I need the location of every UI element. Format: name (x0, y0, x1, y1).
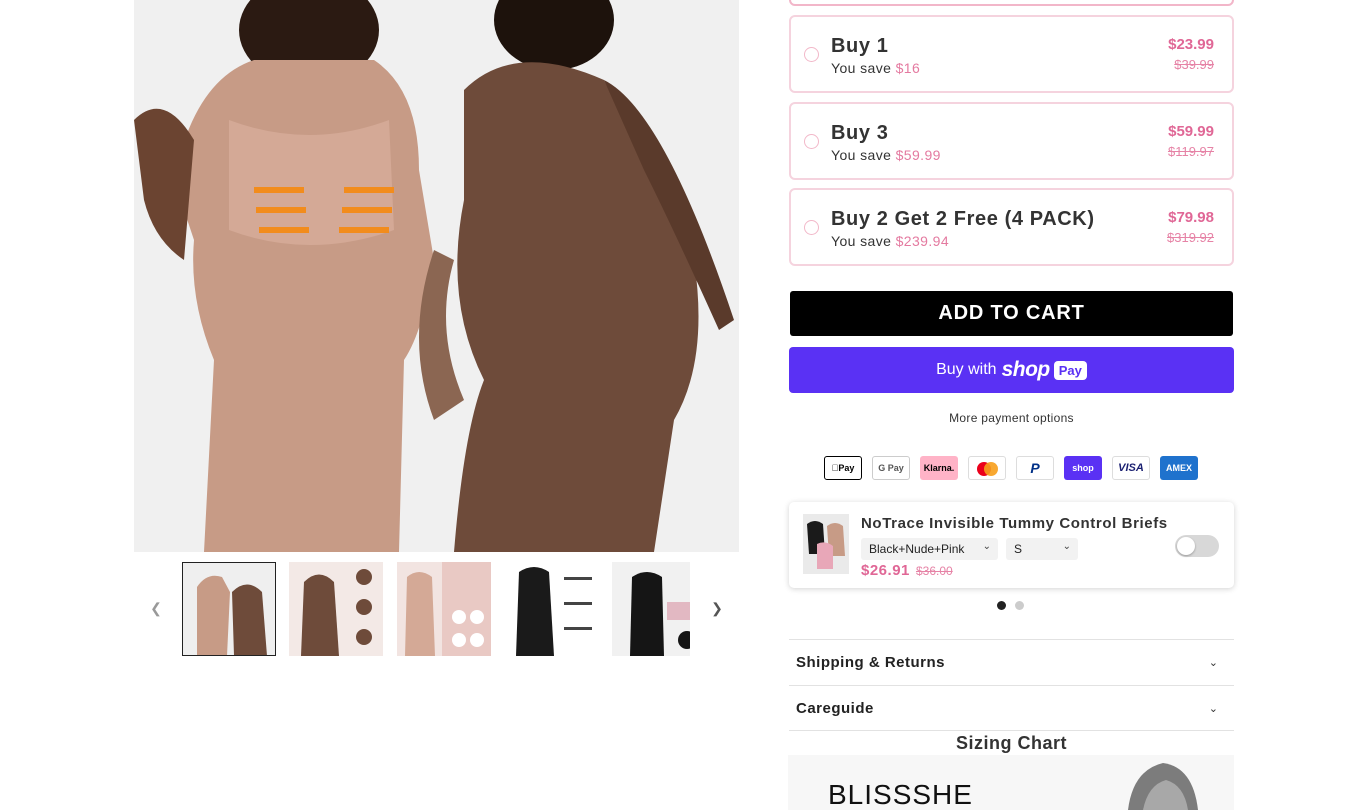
sizing-model-photo (1128, 763, 1198, 810)
savings-label: You save (831, 60, 892, 76)
offer-savings: You save $239.94 (831, 233, 949, 249)
upsell-photo (803, 514, 849, 574)
offer-option-partial[interactable] (789, 0, 1234, 6)
thumbnail-image (611, 562, 690, 656)
thumbnail-4[interactable] (504, 562, 599, 656)
offer-title: Buy 3 (831, 122, 889, 144)
upsell-size-select[interactable]: S ⌄ (1006, 538, 1078, 560)
offer-old-price: $39.99 (1174, 57, 1214, 72)
offer-savings: You save $16 (831, 60, 920, 76)
add-to-cart-button[interactable]: ADD TO CART (790, 291, 1233, 336)
upsell-color-value: Black+Nude+Pink (869, 542, 965, 556)
toggle-knob (1177, 537, 1195, 555)
chevron-right-icon[interactable]: ❯ (709, 600, 725, 616)
more-payment-options-link[interactable]: More payment options (789, 411, 1234, 425)
klarna-icon: Klarna. (920, 456, 958, 480)
offer-option-4-pack[interactable]: Buy 2 Get 2 Free (4 PACK) You save $239.… (789, 188, 1234, 266)
shop-pay-button[interactable]: Buy with shop Pay (789, 347, 1234, 393)
payment-icons: Pay G Pay Klarna. P shop VISA AMEX (824, 456, 1208, 480)
offer-option-buy-3[interactable]: Buy 3 You save $59.99 $59.99 $119.97 (789, 102, 1234, 180)
upsell-size-value: S (1014, 542, 1023, 556)
mastercard-icon (968, 456, 1006, 480)
offer-title: Buy 2 Get 2 Free (4 PACK) (831, 208, 1095, 230)
upsell-old-price: $36.00 (916, 564, 953, 578)
thumbnail-list (182, 562, 690, 656)
upsell-product-name: NoTrace Invisible Tummy Control Briefs (861, 515, 1168, 532)
chevron-down-icon: ⌄ (1208, 703, 1218, 715)
buy-with-label: Buy with (936, 361, 997, 378)
radio-button[interactable] (804, 220, 819, 235)
thumbnail-3[interactable] (396, 562, 491, 656)
pay-pill: Pay (1053, 360, 1087, 380)
product-photo (134, 0, 739, 552)
accordion-shipping-returns[interactable]: Shipping & Returns ⌄ (789, 639, 1234, 684)
thumbnail-1[interactable] (182, 562, 276, 656)
thumbnail-5[interactable] (611, 562, 690, 656)
offer-old-price: $119.97 (1167, 144, 1214, 159)
offer-old-price: $319.92 (1167, 230, 1214, 245)
offer-price: $79.98 (1168, 209, 1214, 226)
sizing-chart-title: Sizing Chart (955, 733, 1067, 753)
divider (789, 730, 1234, 731)
upsell-product-image (803, 514, 849, 574)
amex-icon: AMEX (1160, 456, 1198, 480)
savings-amount: $239.94 (895, 233, 950, 249)
radio-button[interactable] (804, 47, 819, 62)
pagination-dot-2[interactable] (1015, 601, 1024, 610)
product-main-image[interactable] (134, 0, 739, 552)
chevron-left-icon[interactable]: ❮ (148, 600, 164, 616)
sizing-chart-image: BLISSSHE (788, 755, 1234, 810)
accordion-careguide[interactable]: Careguide ⌄ (789, 685, 1234, 730)
shop-pay-icon: shop (1064, 456, 1102, 480)
chevron-down-icon: ⌄ (1062, 541, 1071, 552)
offer-savings: You save $59.99 (831, 147, 941, 163)
apple-pay-text: Pay (834, 463, 854, 473)
chevron-down-icon: ⌄ (982, 541, 991, 552)
radio-button[interactable] (804, 134, 819, 149)
offer-option-buy-1[interactable]: Buy 1 You save $16 $23.99 $39.99 (789, 15, 1234, 93)
paypal-icon: P (1016, 456, 1054, 480)
upsell-color-select[interactable]: Black+Nude+Pink ⌄ (861, 538, 998, 560)
thumbnail-image (396, 562, 491, 656)
offer-price: $59.99 (1168, 123, 1214, 140)
chevron-down-icon: ⌄ (1208, 657, 1218, 669)
thumbnail-slider: ❮ ❯ (134, 556, 739, 664)
savings-amount: $16 (895, 60, 921, 76)
thumbnail-2[interactable] (289, 562, 384, 656)
thumbnail-image (182, 562, 276, 656)
offer-title: Buy 1 (831, 35, 889, 57)
thumbnail-image (289, 562, 384, 656)
pagination-dot-1[interactable] (997, 601, 1006, 610)
savings-label: You save (831, 233, 892, 249)
upsell-price: $26.91 (861, 562, 910, 579)
accordion-label: Careguide (796, 700, 874, 717)
upsell-pagination (997, 601, 1033, 610)
upsell-card: NoTrace Invisible Tummy Control Briefs B… (789, 502, 1234, 588)
visa-icon: VISA (1112, 456, 1150, 480)
savings-amount: $59.99 (895, 147, 941, 163)
google-pay-icon: G Pay (872, 456, 910, 480)
accordion-label: Shipping & Returns (796, 654, 945, 671)
savings-label: You save (831, 147, 892, 163)
offer-price: $23.99 (1168, 36, 1214, 53)
thumbnail-image (504, 562, 599, 656)
upsell-add-toggle[interactable] (1175, 535, 1219, 557)
shop-logo: shop (1001, 358, 1051, 381)
apple-pay-icon: Pay (824, 456, 862, 480)
